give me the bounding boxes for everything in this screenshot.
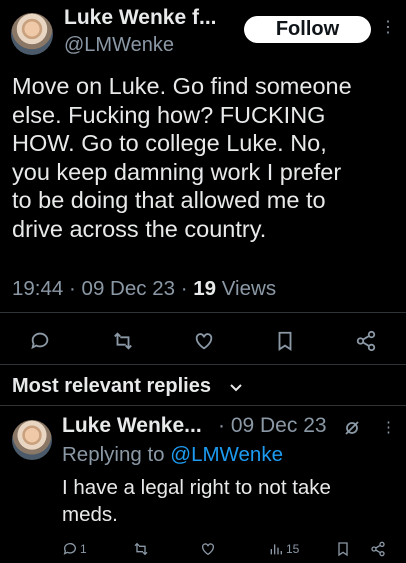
chevron-down-icon[interactable] [229,380,243,394]
bookmark-icon[interactable] [274,330,296,352]
author-display-name[interactable]: Luke Wenke f... [64,6,217,30]
tweet-line: to be doing that allowed me to [12,187,326,213]
like-icon [202,543,214,556]
retweet-icon [134,542,148,556]
divider [0,312,406,313]
author-handle[interactable]: @LMWenke [64,34,174,57]
tweet-text: Move on Luke. Go find someone else. Fuck… [12,72,400,243]
tweet-action-bar [0,322,406,358]
reply-icon[interactable] [29,330,51,352]
reply-bookmark-button[interactable] [335,540,351,558]
replying-to: Replying to @LMWenke [62,443,283,467]
tweet-line: HOW. Go to college Luke. No, [12,130,327,156]
replying-to-label: Replying to [62,443,165,466]
reply-icon [63,543,76,555]
tweet-date[interactable]: 09 Dec 23 [82,277,175,300]
reply-views-count: 15 [286,542,300,556]
tweet-line: you keep damning work I prefer [12,158,342,185]
tweet-meta: 19:44 · 09 Dec 23 · 19 Views [12,277,276,301]
views-icon [270,544,282,555]
reply-count: 1 [80,542,87,556]
divider [0,364,406,365]
reply-retweet-button[interactable] [133,540,149,558]
views-count: 19 [193,277,217,300]
meta-separator: · [69,277,82,300]
reply-line: I have a legal right to not take [62,476,331,499]
retweet-icon[interactable] [112,330,134,352]
share-icon [371,541,385,557]
reply-views-button[interactable]: 15 [268,540,299,558]
reply-share-button[interactable] [370,540,386,558]
tweet-line: drive across the country. [12,215,267,242]
reply-line: meds. [62,503,118,526]
reply-reply-button[interactable]: 1 [62,540,87,558]
tweet-line: else. Fucking how? FUCKING [12,101,326,128]
reply-date[interactable]: · 09 Dec 23 [218,414,327,438]
tweet-time[interactable]: 19:44 [12,277,63,300]
author-avatar[interactable] [11,13,53,55]
reply-like-button[interactable] [200,540,216,558]
follow-button[interactable]: Follow [244,16,371,43]
limited-reply-icon [343,419,361,437]
replying-to-handle[interactable]: @LMWenke [170,443,283,466]
reply-author-avatar[interactable] [12,420,52,460]
bookmark-icon [338,542,348,557]
tweet-header: Luke Wenke f... @LMWenke Follow ⋮ [0,0,406,66]
reply-text: I have a legal right to not take meds. [62,474,392,528]
most-relevant-replies-title[interactable]: Most relevant replies [12,375,211,398]
like-icon[interactable] [193,330,215,352]
share-icon[interactable] [355,330,377,352]
reply-more-options-icon[interactable]: ⋮ [381,418,396,438]
divider [0,405,406,406]
reply-action-bar: 1 15 [0,537,406,561]
tweet-line: Move on Luke. Go find someone [12,73,352,99]
views-label: Views [221,277,277,300]
meta-separator: · [180,277,194,300]
more-options-icon[interactable]: ⋮ [380,18,396,38]
reply-author-name[interactable]: Luke Wenke... [62,414,202,438]
